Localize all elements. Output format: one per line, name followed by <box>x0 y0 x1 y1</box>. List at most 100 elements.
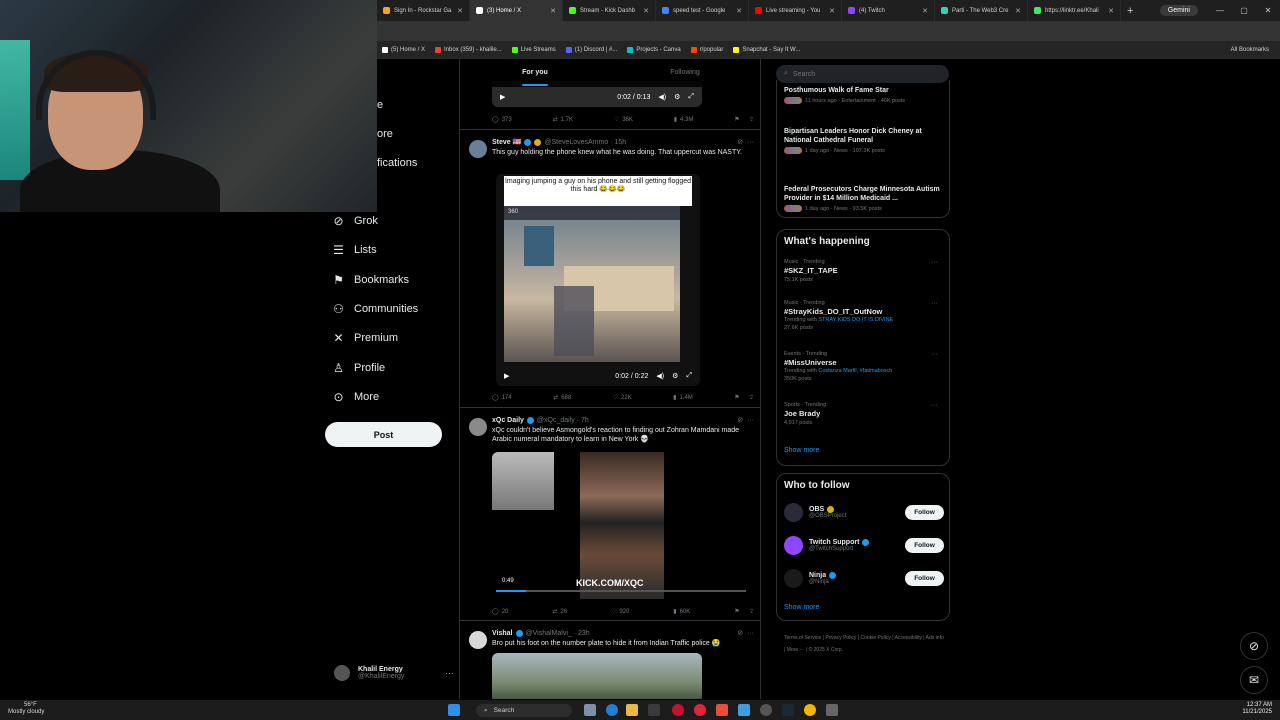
sidebar-item-more[interactable]: ⊙ More <box>332 390 379 404</box>
maximize-button[interactable]: ▢ <box>1232 6 1256 15</box>
close-button[interactable]: ✕ <box>1256 6 1280 15</box>
tweet-author-handle[interactable]: @xQc_daily · 7h <box>537 417 589 424</box>
like-button[interactable]: ♡ 36K <box>614 116 633 124</box>
bookmark-item[interactable]: Live Streams <box>507 47 561 53</box>
task-view-icon[interactable] <box>584 704 596 716</box>
footer-link[interactable]: Privacy Policy <box>825 635 856 641</box>
video-player[interactable]: Imaging jumping a guy on his phone and s… <box>496 174 700 386</box>
fullscreen-icon[interactable]: ⤢ <box>686 372 692 380</box>
taskbar-search[interactable]: ⌕ Search <box>476 704 572 717</box>
system-clock[interactable]: 12:37 AM 11/21/2025 <box>1242 702 1272 716</box>
news-item[interactable]: Bipartisan Leaders Honor Dick Cheney at … <box>784 127 944 154</box>
video-player[interactable]: KICK.COM/XQC 0:49 <box>492 452 752 599</box>
more-options-icon[interactable]: ⊘ ··· <box>737 416 754 424</box>
sidebar-item-profile[interactable]: ♙ Profile <box>332 361 385 375</box>
bookmark-item[interactable]: (1) Discord | #... <box>561 47 623 53</box>
more-options-icon[interactable]: ··· <box>931 300 938 307</box>
play-icon[interactable]: ▶ <box>500 93 505 101</box>
app-icon[interactable] <box>694 704 706 716</box>
store-icon[interactable] <box>648 704 660 716</box>
bookmark-icon[interactable]: ⚑ <box>734 394 739 401</box>
tweet-author-name[interactable]: Steve 🇺🇸 <box>492 138 521 146</box>
close-tab-icon[interactable]: ✕ <box>1015 7 1021 15</box>
messages-icon[interactable]: ✉ <box>1240 666 1268 694</box>
footer-link[interactable]: Accessibility <box>895 635 922 641</box>
avatar[interactable] <box>469 140 487 158</box>
reply-button[interactable]: ◯ 20 <box>492 608 508 616</box>
close-tab-icon[interactable]: ✕ <box>736 7 742 15</box>
bookmark-item[interactable]: Inbox (359) - khalile... <box>430 47 507 53</box>
browser-tab[interactable]: speed test - Google ✕ <box>656 0 749 21</box>
news-item[interactable]: Federal Prosecutors Charge Minnesota Aut… <box>784 185 944 212</box>
share-icon[interactable]: ⇪ <box>749 608 754 615</box>
repost-button[interactable]: ⇄ 1.7K <box>553 116 573 124</box>
avatar[interactable] <box>469 631 487 649</box>
tweet-author-name[interactable]: Vishal <box>492 630 513 637</box>
like-button[interactable]: ♡ 22K <box>613 394 632 402</box>
volume-icon[interactable]: ◀) <box>658 93 666 101</box>
reply-button[interactable]: ◯ 373 <box>492 116 512 124</box>
trend-with-link[interactable]: Costanza Marfil, #fatimabosch <box>818 368 892 374</box>
browser-tab[interactable]: https://linktr.ee/Khali ✕ <box>1028 0 1121 21</box>
grok-icon[interactable]: ⊘ <box>1240 632 1268 660</box>
more-options-icon[interactable]: ··· <box>931 351 938 358</box>
footer-link[interactable]: Terms of Service <box>784 635 821 641</box>
more-options-icon[interactable]: ··· <box>931 402 938 409</box>
settings-icon[interactable]: ⚙ <box>674 93 680 101</box>
bookmark-item[interactable]: Projects - Canva <box>622 47 685 53</box>
address-bar[interactable]: ⊡ ★ ⧉ ▤ ● ⋮ <box>377 21 1280 56</box>
avatar[interactable] <box>469 418 487 436</box>
close-tab-icon[interactable]: ✕ <box>922 7 928 15</box>
share-icon[interactable]: ⇪ <box>749 116 754 123</box>
avatar[interactable] <box>784 569 803 588</box>
follow-suggestion[interactable]: Twitch Support @TwitchSupport Follow <box>784 536 944 555</box>
bookmark-icon[interactable]: ⚑ <box>734 608 739 615</box>
sidebar-item-bookmarks[interactable]: ⚑ Bookmarks <box>332 273 409 287</box>
app-icon[interactable] <box>738 704 750 716</box>
fullscreen-icon[interactable]: ⤢ <box>688 93 694 101</box>
follow-button[interactable]: Follow <box>905 571 944 586</box>
close-tab-icon[interactable]: ✕ <box>550 7 556 15</box>
tweet-author-handle[interactable]: @VishalMalvi_ · 23h <box>526 630 590 637</box>
more-options-icon[interactable]: ⊘ ··· <box>737 138 754 146</box>
nav-item-partial-explore-2[interactable]: ore <box>377 128 393 140</box>
follow-suggestion[interactable]: Ninja @Ninja Follow <box>784 569 944 588</box>
new-tab-button[interactable]: + <box>1121 5 1139 17</box>
news-item[interactable]: Posthumous Walk of Fame Star 11 hours ago… <box>784 86 944 104</box>
bookmark-item[interactable]: (5) Home / X <box>377 47 430 53</box>
sidebar-item-premium[interactable]: ✕ Premium <box>332 331 398 345</box>
tab-following[interactable]: Following <box>610 59 760 87</box>
tweet[interactable]: Steve 🇺🇸 @SteveLovesAmmo · 15h ⊘ ··· Thi… <box>460 129 760 407</box>
sidebar-item-lists[interactable]: ☰ Lists <box>332 243 377 257</box>
browser-tab[interactable]: Parti - The Web3 Cre ✕ <box>935 0 1028 21</box>
browser-tab[interactable]: (3) Home / X ✕ <box>470 0 563 21</box>
video-progress-bar[interactable] <box>496 590 746 592</box>
browser-tab[interactable]: Stream - Kick Dashb ✕ <box>563 0 656 21</box>
follow-button[interactable]: Follow <box>905 538 944 553</box>
more-icon[interactable]: ··· <box>445 668 454 678</box>
settings-icon[interactable]: ⚙ <box>672 372 678 380</box>
trend-item[interactable]: Music · Trending #SKZ_IT_TAPE 75.1K posts ·… <box>784 259 944 283</box>
tweet[interactable]: xQc Daily @xQc_daily · 7h ⊘ ··· xQc coul… <box>460 407 760 620</box>
file-explorer-icon[interactable] <box>626 704 638 716</box>
post-button[interactable]: Post <box>325 422 442 447</box>
follow-button[interactable]: Follow <box>905 505 944 520</box>
chrome-icon[interactable] <box>804 704 816 716</box>
like-button[interactable]: ♡ 920 <box>611 608 629 616</box>
bookmark-item[interactable]: r/popular <box>686 47 729 53</box>
close-tab-icon[interactable]: ✕ <box>829 7 835 15</box>
bookmark-item[interactable]: Snapchat - Say It W... <box>728 47 805 53</box>
close-tab-icon[interactable]: ✕ <box>457 7 463 15</box>
trend-with-link[interactable]: STRAY KIDS DO IT IS DIVINE <box>818 317 893 323</box>
follow-suggestion[interactable]: OBS @OBSProject Follow <box>784 503 944 522</box>
more-options-icon[interactable]: ··· <box>931 259 938 266</box>
nav-item-partial-explore[interactable]: e <box>377 99 383 111</box>
footer-link[interactable]: © 2025 X Corp. <box>809 647 844 653</box>
steam-icon[interactable] <box>782 704 794 716</box>
sidebar-item-grok[interactable]: ⊘ Grok <box>332 214 377 228</box>
share-icon[interactable]: ⇪ <box>749 394 754 401</box>
minimize-button[interactable]: — <box>1208 6 1232 15</box>
tweet[interactable]: Vishal @VishalMalvi_ · 23h ⊘ ··· Bro put… <box>460 620 760 699</box>
trend-item[interactable]: Sports · Trending Joe Brady 4,917 posts ··· <box>784 402 944 426</box>
tweet-author-name[interactable]: xQc Daily <box>492 417 524 424</box>
